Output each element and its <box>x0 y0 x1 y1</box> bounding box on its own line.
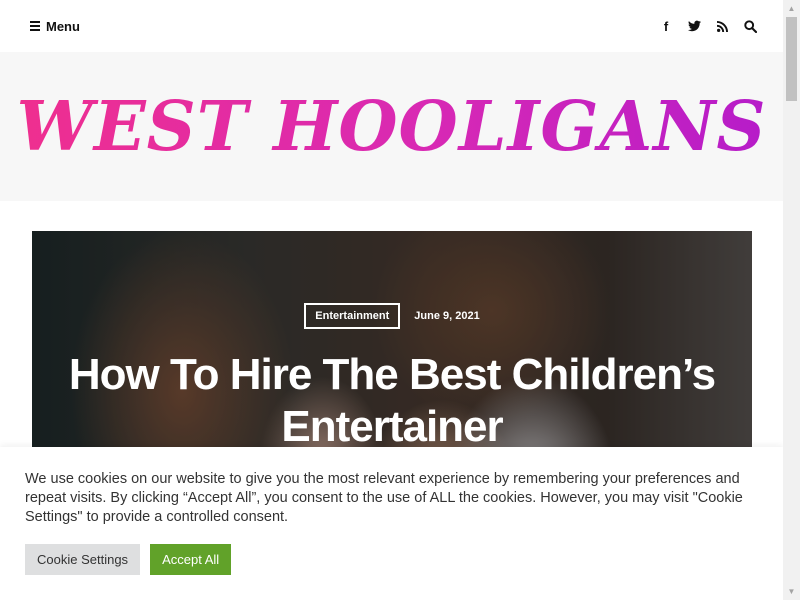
menu-label: Menu <box>46 18 80 34</box>
scroll-up-arrow-icon[interactable]: ▲ <box>783 0 800 17</box>
cookie-consent-banner: We use cookies on our website to give yo… <box>0 447 783 600</box>
scroll-down-arrow-icon[interactable]: ▼ <box>783 583 800 600</box>
cookie-message: We use cookies on our website to give yo… <box>25 471 743 525</box>
scrollbar-thumb[interactable] <box>786 17 797 101</box>
social-links: f <box>659 19 757 34</box>
cookie-actions: Cookie Settings Accept All <box>25 544 758 575</box>
page-scrollbar[interactable]: ▲ ▼ <box>783 0 800 600</box>
category-tag[interactable]: Entertainment <box>304 303 401 329</box>
twitter-icon[interactable] <box>687 19 701 33</box>
site-title-logo[interactable]: WEST HOOLIGANS <box>16 87 766 167</box>
search-icon[interactable] <box>743 19 757 33</box>
hamburger-icon <box>30 21 40 31</box>
facebook-icon[interactable]: f <box>659 19 673 34</box>
site-header-banner: WEST HOOLIGANS <box>0 52 783 201</box>
menu-button[interactable]: Menu <box>30 19 80 34</box>
post-meta: Entertainment June 9, 2021 <box>32 303 752 329</box>
featured-post[interactable]: Entertainment June 9, 2021 How To Hire T… <box>32 231 752 447</box>
post-title[interactable]: How To Hire The Best Children’s Entertai… <box>52 349 732 447</box>
rss-icon[interactable] <box>715 19 729 33</box>
post-date: June 9, 2021 <box>414 310 480 322</box>
cookie-settings-button[interactable]: Cookie Settings <box>25 544 141 575</box>
top-navigation-bar: Menu f <box>0 0 783 52</box>
accept-all-button[interactable]: Accept All <box>150 544 232 575</box>
